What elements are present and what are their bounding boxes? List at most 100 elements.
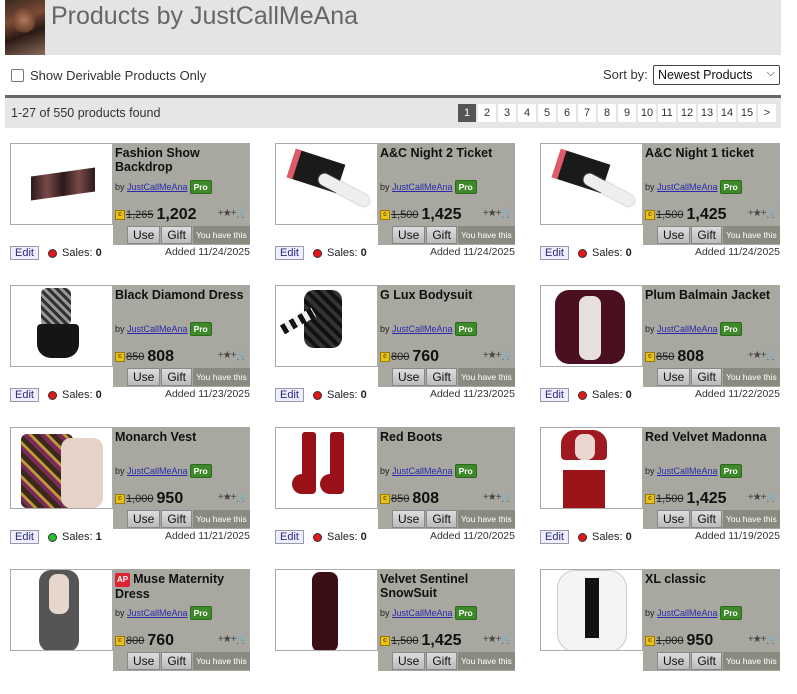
use-button[interactable]: Use [127,368,161,386]
product-name-text[interactable]: Red Velvet Madonna [645,430,767,444]
edit-button[interactable]: Edit [540,388,569,402]
gift-button[interactable]: Gift [691,652,723,670]
product-thumbnail[interactable] [275,427,378,509]
use-button[interactable]: Use [392,510,426,528]
product-name-text[interactable]: Black Diamond Dress [115,288,244,302]
page-link[interactable]: 1 [458,104,476,122]
gift-button[interactable]: Gift [161,652,193,670]
product-thumbnail[interactable] [10,427,113,509]
wishlist-cart-icon[interactable]: +★+🛒 [218,350,248,361]
edit-button[interactable]: Edit [540,530,569,544]
use-button[interactable]: Use [657,652,691,670]
product-name[interactable]: G Lux Bodysuit [380,288,512,302]
wishlist-cart-icon[interactable]: +★+🛒 [748,208,778,219]
page-link[interactable]: 15 [738,104,756,122]
product-name[interactable]: Red Boots [380,430,512,444]
wishlist-cart-icon[interactable]: +★+🛒 [483,634,513,645]
sort-select[interactable]: Newest Products ⌵ [653,65,780,85]
product-name-text[interactable]: Muse Maternity Dress [115,572,224,601]
product-name-text[interactable]: Plum Balmain Jacket [645,288,770,302]
wishlist-cart-icon[interactable]: +★+🛒 [218,634,248,645]
product-thumbnail[interactable] [540,569,643,651]
use-button[interactable]: Use [127,226,161,244]
product-name-text[interactable]: Red Boots [380,430,443,444]
product-name-text[interactable]: A&C Night 2 Ticket [380,146,492,160]
creator-link[interactable]: JustCallMeAna [392,608,453,618]
creator-link[interactable]: JustCallMeAna [657,466,718,476]
product-name[interactable]: Black Diamond Dress [115,288,247,302]
page-link[interactable]: 5 [538,104,556,122]
creator-link[interactable]: JustCallMeAna [127,466,188,476]
product-name[interactable]: Plum Balmain Jacket [645,288,777,302]
page-link[interactable]: 7 [578,104,596,122]
creator-link[interactable]: JustCallMeAna [657,182,718,192]
wishlist-cart-icon[interactable]: +★+🛒 [483,492,513,503]
product-name[interactable]: Fashion Show Backdrop [115,146,247,174]
gift-button[interactable]: Gift [691,510,723,528]
product-name-text[interactable]: G Lux Bodysuit [380,288,472,302]
product-name[interactable]: XL classic [645,572,777,586]
product-name-text[interactable]: Monarch Vest [115,430,196,444]
creator-link[interactable]: JustCallMeAna [392,324,453,334]
edit-button[interactable]: Edit [540,246,569,260]
product-name[interactable]: Red Velvet Madonna [645,430,777,444]
gift-button[interactable]: Gift [161,226,193,244]
product-name[interactable]: Monarch Vest [115,430,247,444]
edit-button[interactable]: Edit [275,388,304,402]
page-link[interactable]: 13 [698,104,716,122]
gift-button[interactable]: Gift [161,368,193,386]
gift-button[interactable]: Gift [691,368,723,386]
derivable-label[interactable]: Show Derivable Products Only [30,68,206,83]
edit-button[interactable]: Edit [275,530,304,544]
product-thumbnail[interactable] [10,569,113,651]
product-name-text[interactable]: Velvet Sentinel SnowSuit [380,572,468,600]
use-button[interactable]: Use [392,226,426,244]
creator-avatar[interactable] [5,0,45,55]
page-link[interactable]: 14 [718,104,736,122]
gift-button[interactable]: Gift [426,368,458,386]
page-link[interactable]: 4 [518,104,536,122]
gift-button[interactable]: Gift [426,652,458,670]
wishlist-cart-icon[interactable]: +★+🛒 [748,350,778,361]
page-link[interactable]: 8 [598,104,616,122]
page-link[interactable]: 10 [638,104,656,122]
use-button[interactable]: Use [657,226,691,244]
product-thumbnail[interactable] [10,285,113,367]
edit-button[interactable]: Edit [275,246,304,260]
creator-link[interactable]: JustCallMeAna [127,608,188,618]
creator-link[interactable]: JustCallMeAna [657,324,718,334]
use-button[interactable]: Use [392,652,426,670]
creator-link[interactable]: JustCallMeAna [127,324,188,334]
product-name-text[interactable]: A&C Night 1 ticket [645,146,754,160]
product-name[interactable]: A&C Night 1 ticket [645,146,777,160]
page-link[interactable]: > [758,104,776,122]
creator-link[interactable]: JustCallMeAna [392,182,453,192]
wishlist-cart-icon[interactable]: +★+🛒 [483,350,513,361]
product-thumbnail[interactable] [540,143,643,225]
wishlist-cart-icon[interactable]: +★+🛒 [748,634,778,645]
use-button[interactable]: Use [657,368,691,386]
product-thumbnail[interactable] [540,427,643,509]
product-thumbnail[interactable] [10,143,113,225]
wishlist-cart-icon[interactable]: +★+🛒 [218,208,248,219]
product-name[interactable]: Velvet Sentinel SnowSuit [380,572,512,600]
gift-button[interactable]: Gift [426,510,458,528]
creator-link[interactable]: JustCallMeAna [392,466,453,476]
gift-button[interactable]: Gift [426,226,458,244]
product-thumbnail[interactable] [275,569,378,651]
edit-button[interactable]: Edit [10,388,39,402]
use-button[interactable]: Use [392,368,426,386]
creator-link[interactable]: JustCallMeAna [657,608,718,618]
wishlist-cart-icon[interactable]: +★+🛒 [483,208,513,219]
product-name-text[interactable]: Fashion Show Backdrop [115,146,200,174]
page-link[interactable]: 12 [678,104,696,122]
page-link[interactable]: 2 [478,104,496,122]
product-name[interactable]: A&C Night 2 Ticket [380,146,512,160]
edit-button[interactable]: Edit [10,246,39,260]
page-link[interactable]: 3 [498,104,516,122]
use-button[interactable]: Use [127,652,161,670]
page-link[interactable]: 9 [618,104,636,122]
product-name-text[interactable]: XL classic [645,572,706,586]
page-link[interactable]: 11 [658,104,676,122]
product-thumbnail[interactable] [275,285,378,367]
